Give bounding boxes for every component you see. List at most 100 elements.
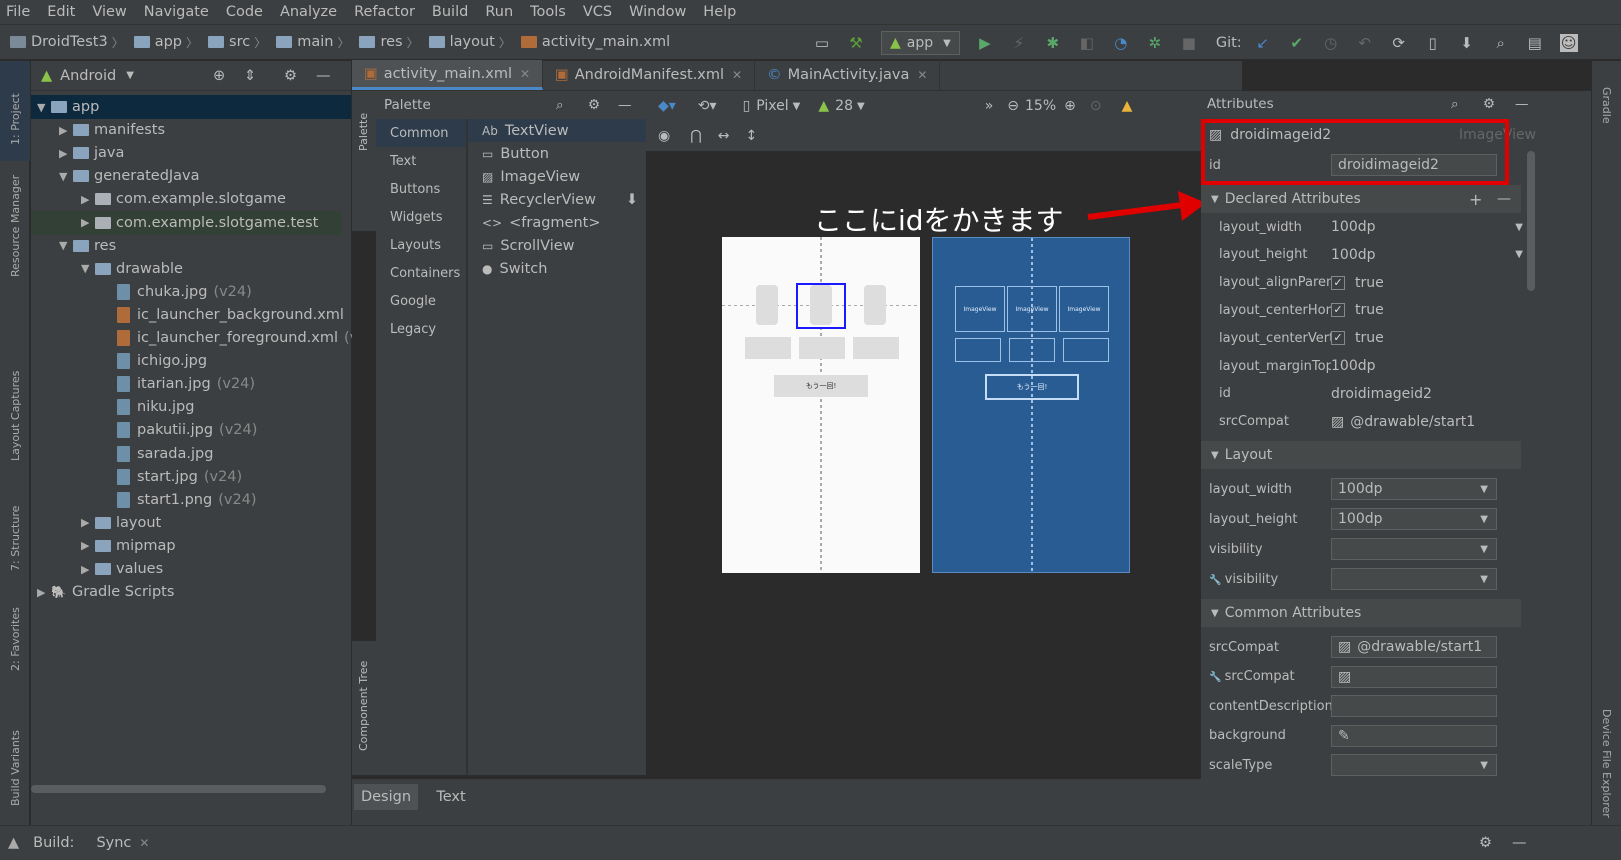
menu-refactor[interactable]: Refactor bbox=[354, 4, 415, 20]
tree-item[interactable]: start1.png (v24) bbox=[103, 488, 257, 512]
layout-captures-tab[interactable]: Layout Captures bbox=[9, 371, 22, 461]
blueprint-retry-button[interactable]: もう一回! bbox=[985, 374, 1079, 400]
chevron-down-icon[interactable]: ▼ bbox=[37, 101, 51, 114]
chef-image-right[interactable] bbox=[864, 285, 886, 325]
gradle-tab[interactable]: Gradle bbox=[1600, 87, 1613, 124]
chevron-right-icon[interactable]: ▶ bbox=[81, 216, 95, 229]
magnet-icon[interactable]: ⋂ bbox=[690, 128, 701, 144]
profile-icon[interactable]: ◔ bbox=[1112, 34, 1130, 52]
slot-button-center[interactable] bbox=[799, 337, 845, 359]
tree-item[interactable]: chuka.jpg (v24) bbox=[103, 280, 252, 304]
palette-category-widgets[interactable]: Widgets bbox=[376, 203, 466, 231]
design-preview[interactable]: もう一回! bbox=[722, 237, 920, 573]
close-icon[interactable]: ✕ bbox=[732, 68, 742, 82]
zoom-out-icon[interactable]: ⊖ bbox=[1007, 98, 1019, 114]
tab-androidmanifest-xml[interactable]: ▣ AndroidManifest.xml ✕ bbox=[543, 60, 756, 90]
run-icon[interactable]: ▶ bbox=[976, 34, 994, 52]
blueprint-imageview-left[interactable]: ImageView bbox=[955, 286, 1005, 332]
attribute-input[interactable]: ▼ bbox=[1331, 754, 1497, 776]
checkbox[interactable]: ✓ bbox=[1331, 331, 1345, 346]
chevron-down-icon[interactable]: ▼ bbox=[1515, 249, 1523, 260]
close-icon[interactable]: ✕ bbox=[917, 68, 927, 82]
tab-mainactivity-java[interactable]: © MainActivity.java ✕ bbox=[755, 60, 941, 90]
tree-item[interactable]: ▶ manifests bbox=[59, 118, 165, 142]
menu-run[interactable]: Run bbox=[485, 4, 513, 20]
expand-vertical-icon[interactable]: ↕ bbox=[745, 128, 757, 144]
chevron-down-icon[interactable]: ▼ bbox=[59, 239, 73, 252]
tree-item[interactable]: ▼ generatedJava bbox=[59, 164, 200, 188]
attribute-input[interactable]: ▨ bbox=[1331, 665, 1497, 688]
minimize-icon[interactable]: — bbox=[316, 68, 331, 84]
chevron-right-icon[interactable]: ▶ bbox=[37, 586, 51, 599]
more-icon[interactable]: » bbox=[985, 98, 994, 114]
palette-category-google[interactable]: Google bbox=[376, 287, 466, 315]
sdk-manager-icon[interactable]: ⬇ bbox=[1458, 34, 1476, 52]
tree-item[interactable]: start.jpg (v24) bbox=[103, 465, 242, 489]
build-label[interactable]: Build: bbox=[33, 835, 74, 851]
attribute-dropdown[interactable]: 100dp ▼ bbox=[1331, 478, 1497, 500]
palette-category-text[interactable]: Text bbox=[376, 147, 466, 175]
chevron-down-icon[interactable]: ▼ bbox=[1515, 222, 1523, 233]
blueprint-imageview-center[interactable]: ImageView bbox=[1007, 286, 1057, 332]
palette-item[interactable]: ☰ RecyclerView ⬇ bbox=[468, 188, 646, 211]
attribute-dropdown[interactable]: ▼ bbox=[1331, 538, 1497, 560]
attribute-dropdown[interactable]: ▼ bbox=[1331, 568, 1497, 590]
sync-project-icon[interactable]: ⟳ bbox=[1390, 34, 1408, 52]
chevron-right-icon[interactable]: ▶ bbox=[81, 563, 95, 576]
slot-button-right[interactable] bbox=[853, 337, 899, 359]
menu-analyze[interactable]: Analyze bbox=[280, 4, 337, 20]
palette-category-layouts[interactable]: Layouts bbox=[376, 231, 466, 259]
selection-box[interactable] bbox=[796, 283, 846, 329]
attribute-value[interactable]: droidimageid2 bbox=[1331, 386, 1531, 402]
sync-tab[interactable]: Sync bbox=[96, 835, 131, 851]
gear-icon[interactable]: ⚙ bbox=[588, 97, 600, 113]
attribute-dropdown[interactable]: 100dp ▼ bbox=[1331, 508, 1497, 530]
tree-item[interactable]: ▶ layout bbox=[81, 511, 161, 535]
attribute-input[interactable]: ✎ bbox=[1331, 724, 1497, 747]
tab-activity_main-xml[interactable]: ▣ activity_main.xml ✕ bbox=[352, 60, 544, 90]
search-icon[interactable]: ⌕ bbox=[556, 97, 564, 113]
project-tool-tab[interactable]: 1: Project bbox=[9, 93, 22, 145]
palette-category-legacy[interactable]: Legacy bbox=[376, 315, 466, 343]
menu-build[interactable]: Build bbox=[432, 4, 468, 20]
breadcrumb-item[interactable]: DroidTest3 〉 bbox=[10, 34, 130, 51]
resource-manager-tab[interactable]: Resource Manager bbox=[9, 175, 22, 277]
chevron-down-icon[interactable]: ▼ bbox=[59, 170, 73, 183]
chevron-right-icon[interactable]: ▶ bbox=[81, 539, 95, 552]
minimize-icon[interactable]: — bbox=[1512, 835, 1527, 851]
retry-button[interactable]: もう一回! bbox=[774, 375, 868, 397]
apply-changes-icon[interactable]: ⚡ bbox=[1010, 34, 1028, 52]
build-variants-tab[interactable]: Build Variants bbox=[9, 730, 22, 806]
palette-item[interactable]: ● Switch bbox=[468, 257, 646, 280]
vertical-scrollbar[interactable] bbox=[1527, 151, 1535, 291]
tree-item[interactable]: ▶ com.example.slotgame.test bbox=[31, 210, 341, 235]
palette-item[interactable]: ▭ Button bbox=[468, 142, 646, 165]
favorites-tab[interactable]: 2: Favorites bbox=[9, 607, 22, 671]
chevron-right-icon[interactable]: ▶ bbox=[59, 147, 73, 160]
checkbox[interactable]: ✓ bbox=[1331, 303, 1345, 318]
horizontal-scrollbar[interactable] bbox=[31, 785, 326, 793]
chevron-down-icon[interactable]: ▼ bbox=[126, 70, 134, 81]
close-icon[interactable]: ✕ bbox=[139, 836, 149, 850]
device-icon[interactable]: ▯ bbox=[743, 98, 751, 114]
eye-icon[interactable]: ◉ bbox=[658, 128, 670, 144]
expand-horizontal-icon[interactable]: ↔ bbox=[718, 128, 730, 144]
menu-navigate[interactable]: Navigate bbox=[144, 4, 209, 20]
palette-item[interactable]: <> <fragment> bbox=[468, 211, 646, 234]
stop-icon[interactable]: ■ bbox=[1180, 34, 1198, 52]
palette-category-buttons[interactable]: Buttons bbox=[376, 175, 466, 203]
tree-item[interactable]: ▶ com.example.slotgame bbox=[81, 187, 286, 211]
tree-item[interactable]: ▶ java bbox=[59, 141, 124, 165]
chef-image-left[interactable] bbox=[756, 285, 778, 325]
palette-item[interactable]: ▭ ScrollView bbox=[468, 234, 646, 257]
download-icon[interactable]: ⬇ bbox=[626, 192, 638, 208]
palette-category-containers[interactable]: Containers bbox=[376, 259, 466, 287]
git-history-icon[interactable]: ◷ bbox=[1322, 34, 1340, 52]
design-surface[interactable]: もう一回! ImageView ImageView ImageView もう一回… bbox=[646, 151, 1242, 775]
device-select[interactable]: Pixel bbox=[756, 98, 788, 114]
slot-button-left[interactable] bbox=[745, 337, 791, 359]
attach-debugger-icon[interactable]: ✲ bbox=[1146, 34, 1164, 52]
tree-item[interactable]: ▶ values bbox=[81, 557, 163, 581]
layout-editor-icon[interactable]: ▭ bbox=[813, 34, 831, 52]
breadcrumb-item[interactable]: res 〉 bbox=[359, 34, 424, 51]
